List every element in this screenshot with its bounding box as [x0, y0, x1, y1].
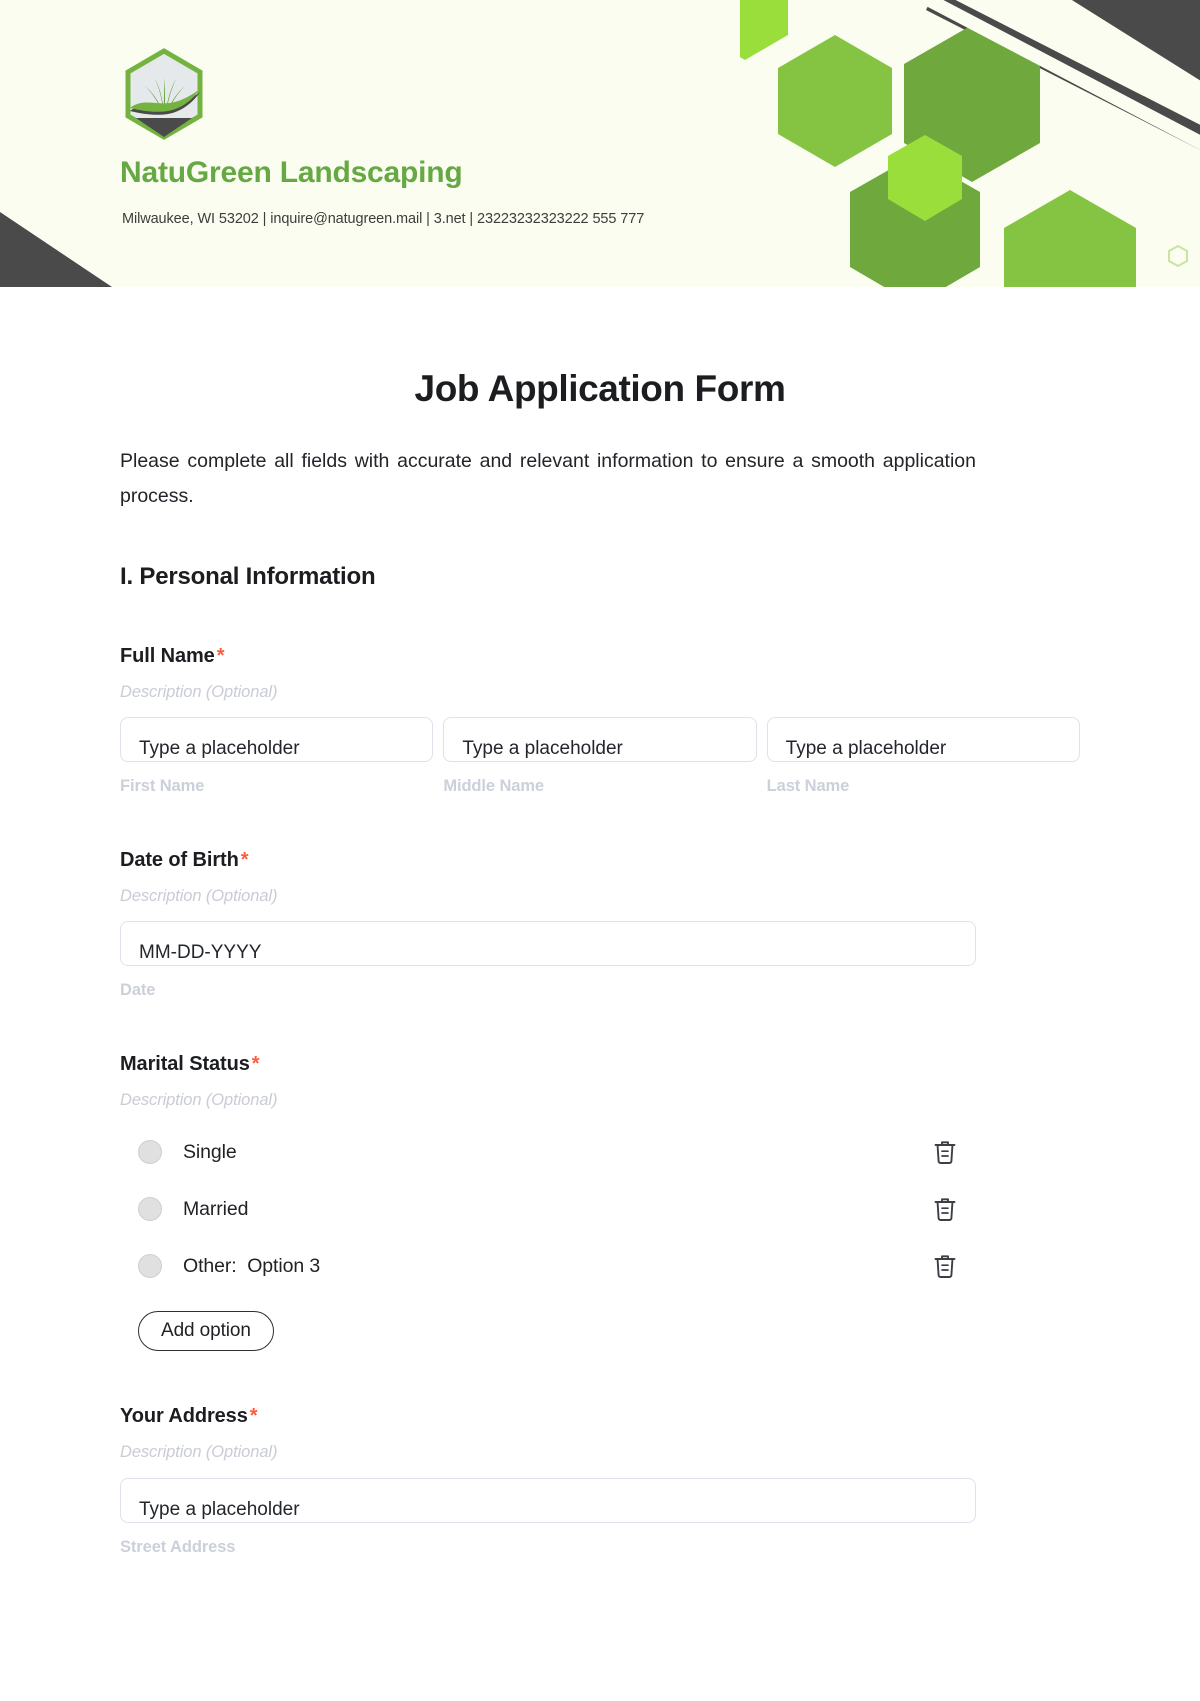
date-of-birth-input[interactable]: MM-DD-YYYY	[120, 921, 976, 967]
last-name-sublabel: Last Name	[766, 776, 850, 795]
field-label-full-name: Full Name *	[120, 645, 1080, 668]
field-label-text: Your Address	[120, 1405, 248, 1428]
radio-button-married[interactable]	[138, 1197, 162, 1222]
field-label-your-address: Your Address *	[120, 1405, 1080, 1428]
field-description-date-of-birth: Description (Optional)	[120, 886, 278, 905]
date-sublabel: Date	[120, 981, 156, 1000]
address-input-row: Type a placeholder Street Address	[120, 1477, 1080, 1556]
natugreen-logo-icon	[125, 48, 203, 140]
option-label: Married	[183, 1197, 249, 1220]
date-input-row: MM-DD-YYYY Date	[120, 921, 1080, 999]
last-name-cell: Type a placeholder Last Name	[766, 716, 1080, 795]
page-title: Job Application Form	[414, 368, 786, 409]
field-label-text: Full Name	[120, 644, 215, 667]
last-name-input[interactable]: Type a placeholder	[766, 716, 1080, 762]
option-label: Other: Option 3	[183, 1254, 321, 1277]
trash-icon[interactable]	[932, 1252, 958, 1280]
name-input-row: Type a placeholder First Name Type a pla…	[120, 716, 1080, 795]
add-option-button[interactable]: Add option	[138, 1311, 274, 1352]
form-content: Job Application Form Please complete all…	[0, 368, 1200, 1556]
street-address-sublabel: Street Address	[120, 1537, 236, 1556]
field-full-name: Full Name * Description (Optional) Type a…	[120, 645, 1080, 795]
street-address-input[interactable]: Type a placeholder	[120, 1477, 976, 1523]
first-name-cell: Type a placeholder First Name	[120, 716, 434, 795]
hexagon-pattern-decoration	[740, 0, 1200, 287]
field-label-text: Marital Status	[120, 1053, 250, 1076]
field-label-text: Date of Birth	[120, 848, 239, 871]
field-description-your-address: Description (Optional)	[120, 1443, 278, 1462]
trash-icon[interactable]	[932, 1138, 958, 1166]
middle-name-input[interactable]: Type a placeholder	[443, 716, 757, 762]
field-description-full-name: Description (Optional)	[120, 682, 278, 701]
option-row[interactable]: Married	[120, 1188, 976, 1230]
marital-status-options: Single Married Other: Option 3 Add optio…	[120, 1131, 1080, 1352]
field-label-marital-status: Marital Status *	[120, 1053, 1080, 1076]
date-cell: MM-DD-YYYY Date	[120, 921, 1080, 999]
option-row[interactable]: Single	[120, 1131, 976, 1173]
required-asterisk: *	[240, 848, 249, 871]
required-asterisk: *	[216, 644, 225, 667]
first-name-sublabel: First Name	[120, 776, 205, 795]
field-your-address: Your Address * Description (Optional) Typ…	[120, 1405, 1080, 1556]
section-heading-personal-information: I. Personal Information	[120, 562, 376, 590]
field-date-of-birth: Date of Birth * Description (Optional) MM…	[120, 849, 1080, 999]
field-marital-status: Marital Status * Description (Optional) S…	[120, 1053, 1080, 1352]
form-page: NatuGreen Landscaping Milwaukee, WI 5320…	[0, 0, 1200, 1701]
letterhead-banner: NatuGreen Landscaping Milwaukee, WI 5320…	[0, 0, 1200, 287]
corner-triangle-decoration	[0, 212, 112, 287]
contact-line: Milwaukee, WI 53202 | inquire@natugreen.…	[122, 211, 645, 227]
brand-name: NatuGreen Landscaping	[120, 156, 463, 189]
middle-name-sublabel: Middle Name	[443, 776, 544, 795]
first-name-input[interactable]: Type a placeholder	[120, 716, 434, 762]
required-asterisk: *	[251, 1053, 260, 1076]
radio-button-single[interactable]	[138, 1140, 162, 1165]
radio-button-other[interactable]	[138, 1254, 162, 1279]
small-hexagon-watermark-icon	[1168, 245, 1188, 267]
option-label: Single	[183, 1140, 237, 1163]
field-label-date-of-birth: Date of Birth *	[120, 849, 1080, 872]
trash-icon[interactable]	[932, 1195, 958, 1223]
option-row[interactable]: Other: Option 3	[120, 1245, 976, 1287]
field-description-marital-status: Description (Optional)	[120, 1091, 278, 1110]
middle-name-cell: Type a placeholder Middle Name	[443, 716, 757, 795]
required-asterisk: *	[249, 1405, 258, 1428]
street-address-cell: Type a placeholder Street Address	[120, 1477, 1080, 1556]
form-description: Please complete all fields with accurate…	[120, 449, 976, 508]
